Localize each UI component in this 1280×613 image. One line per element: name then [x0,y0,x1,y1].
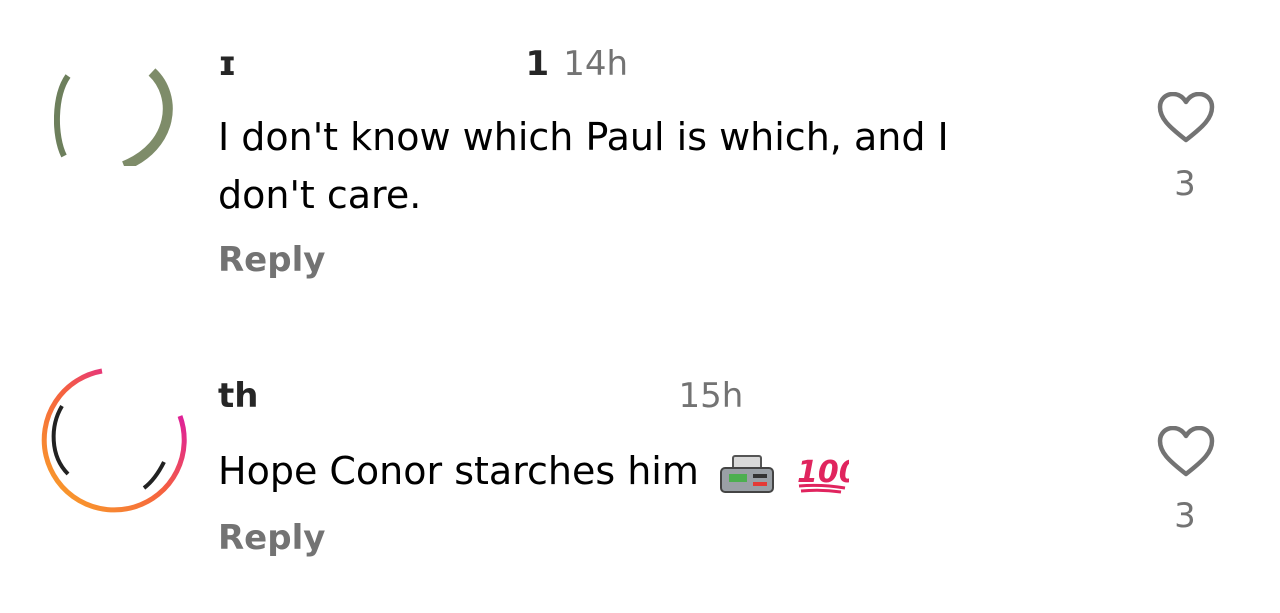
avatar[interactable] [54,66,174,166]
like-count: 3 [1174,164,1196,204]
comment-1: ɪ 1 14h I don't know which Paul is which,… [0,0,1280,300]
comment-meta: th 15h [218,376,743,416]
comment-text-content: Hope Conor starches him [218,449,699,493]
fax-machine-emoji [719,454,774,493]
comment-text: Hope Conor starches him 100 [218,442,1038,500]
heart-outline-icon[interactable] [1156,426,1216,478]
reply-button[interactable]: Reply [218,518,325,558]
heart-outline-icon[interactable] [1156,92,1216,144]
username[interactable]: th [218,376,598,416]
timestamp: 15h [678,376,744,416]
comment-2: th 15h Hope Conor starches him 100 Reply… [0,300,1280,613]
avatar-story-ring[interactable] [40,366,188,514]
comment-text: I don't know which Paul is which, and I … [218,115,949,217]
reply-button[interactable]: Reply [218,240,325,280]
username[interactable]: ɪ 1 [218,44,549,84]
hundred-points-emoji: 100 [797,455,849,493]
comment-meta: ɪ 1 14h [218,44,628,84]
like-count: 3 [1174,496,1196,536]
timestamp: 14h [563,44,629,84]
